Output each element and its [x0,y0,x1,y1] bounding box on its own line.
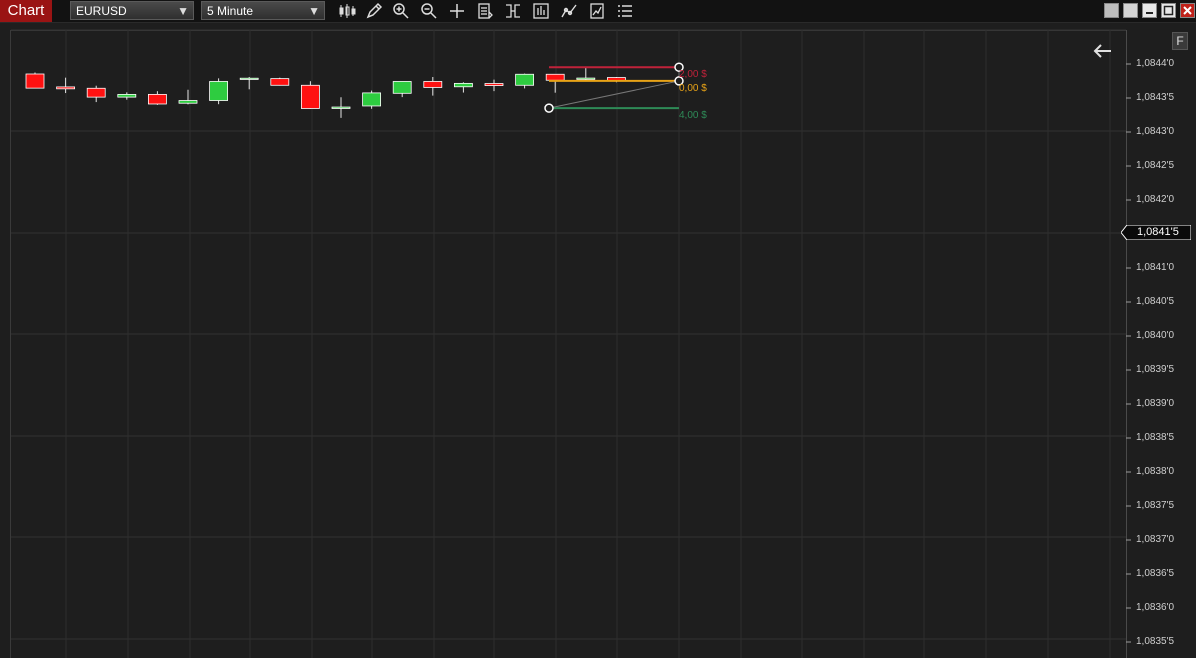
price-axis-label: 1,0840'0 [1136,330,1175,341]
chart-grid [11,29,1126,658]
risk-reward-tool: 2,00 $ 0,00 $ 4,00 $ [544,62,707,121]
candle-body [453,82,473,88]
candle-body [178,100,198,104]
candle-body [362,92,382,107]
price-axis-label: 1,0842'5 [1136,160,1175,171]
price-axis-label: 1,0836'0 [1136,602,1175,613]
candle-body [515,73,534,86]
price-axis-label: 1,0835'5 [1136,636,1175,647]
target-anchor [544,103,554,113]
candle-body [576,77,596,80]
stop-label: 2,00 $ [679,69,707,80]
candle-body [147,93,167,105]
price-axis-label: 1,0838'5 [1136,432,1175,443]
chart-canvas: 2,00 $ 0,00 $ 4,00 $ [11,29,1131,658]
price-axis-label: 1,0842'0 [1136,194,1175,205]
f-button[interactable]: F [1172,32,1188,50]
entry-label: 0,00 $ [679,83,707,94]
candle-body [25,73,45,89]
current-price-label: 1,0841'5 [1137,226,1179,238]
candle-body [117,93,137,98]
price-axis-label: 1,0838'0 [1136,466,1175,477]
candle-body [270,78,290,86]
current-price-marker: 1,0841'5 [1120,224,1192,241]
price-axis-label: 1,0839'5 [1136,364,1175,375]
target-connector [548,80,680,109]
target-label: 4,00 $ [679,110,707,121]
price-axis-label: 1,0836'5 [1136,568,1175,579]
back-arrow-icon[interactable] [1092,40,1114,62]
price-axis-label: 1,0843'5 [1136,92,1175,103]
candle-body [209,81,229,101]
candle-body [300,84,320,109]
candle-body [86,87,106,98]
candle-body [331,106,351,109]
price-axis-label: 1,0837'5 [1136,500,1175,511]
price-axis-label: 1,0844'0 [1136,58,1175,69]
price-axis-label: 1,0843'0 [1136,126,1175,137]
candle-body [484,83,504,86]
candle-body [545,73,565,81]
candle-body [392,81,412,94]
candles [25,67,626,118]
price-axis-label: 1,0837'0 [1136,534,1175,545]
price-axis-label: 1,0839'0 [1136,398,1175,409]
price-axis-label: 1,0840'5 [1136,296,1175,307]
candle-body [239,77,259,80]
price-axis-label: 1,0841'0 [1136,262,1175,273]
candle-body [56,86,75,90]
candle-body [423,81,443,88]
